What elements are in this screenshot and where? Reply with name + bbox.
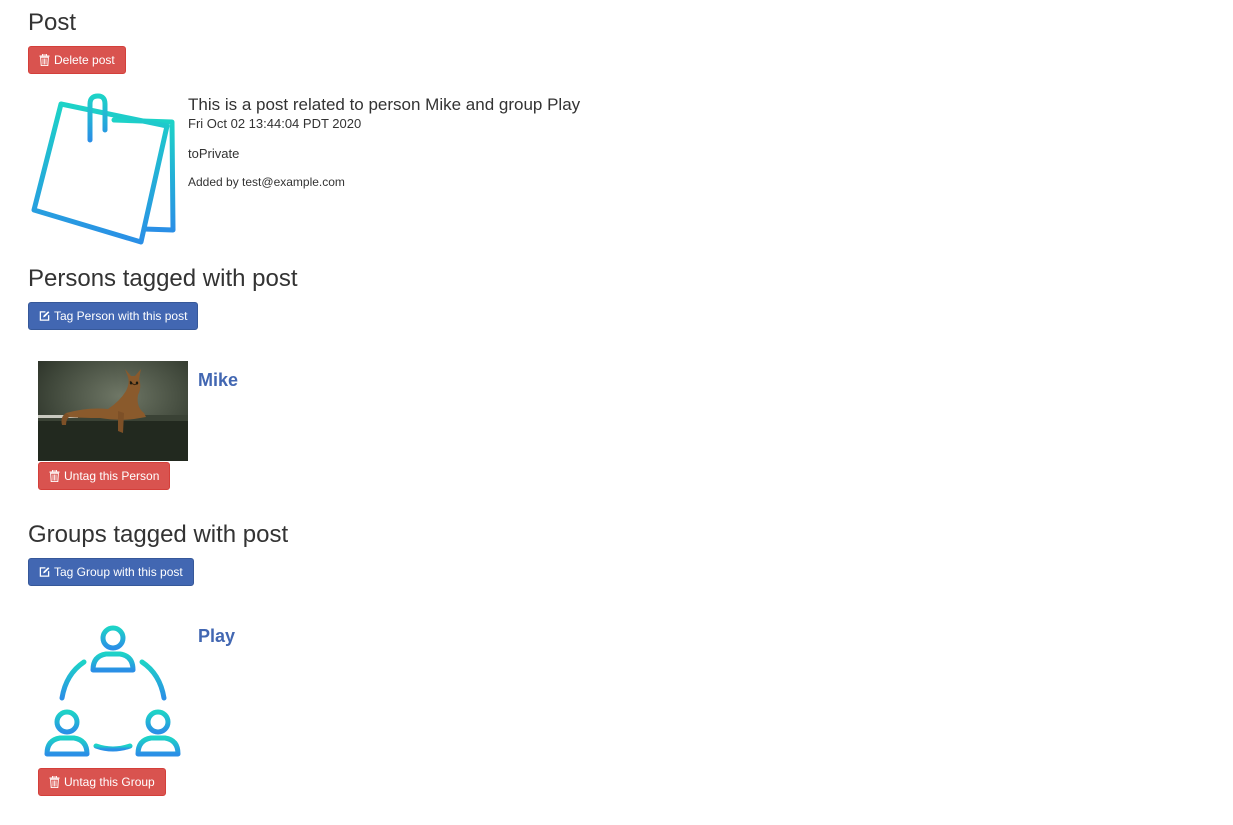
post-heading: Post (28, 9, 77, 36)
persons-heading: Persons tagged with post (28, 265, 298, 292)
groups-heading: Groups tagged with post (28, 521, 289, 548)
trash-icon (49, 470, 60, 482)
untag-group-button[interactable]: Untag this Group (38, 768, 166, 796)
edit-icon (39, 567, 50, 577)
delete-post-button[interactable]: Delete post (28, 46, 126, 74)
edit-icon (39, 311, 50, 321)
untag-group-label: Untag this Group (64, 775, 155, 789)
untag-person-label: Untag this Person (64, 469, 160, 483)
person-photo[interactable] (38, 361, 188, 461)
group-people-icon (44, 625, 181, 757)
tag-person-label: Tag Person with this post (54, 309, 188, 323)
tag-group-button[interactable]: Tag Group with this post (28, 558, 194, 586)
untag-person-button[interactable]: Untag this Person (38, 462, 171, 490)
post-title: This is a post related to person Mike an… (188, 95, 581, 114)
tag-person-button[interactable]: Tag Person with this post (28, 302, 199, 330)
post-visibility: toPrivate (188, 146, 240, 161)
post-date: Fri Oct 02 13:44:04 PDT 2020 (188, 116, 362, 131)
group-link-play[interactable]: Play (198, 626, 235, 647)
delete-post-label: Delete post (54, 53, 115, 67)
sticky-note-icon (31, 93, 176, 245)
person-link-mike[interactable]: Mike (198, 370, 238, 391)
cat-photo-image (38, 361, 188, 461)
trash-icon (49, 776, 60, 788)
tag-group-label: Tag Group with this post (54, 565, 183, 579)
post-added-by: Added by test@example.com (188, 175, 345, 189)
trash-icon (39, 54, 50, 66)
